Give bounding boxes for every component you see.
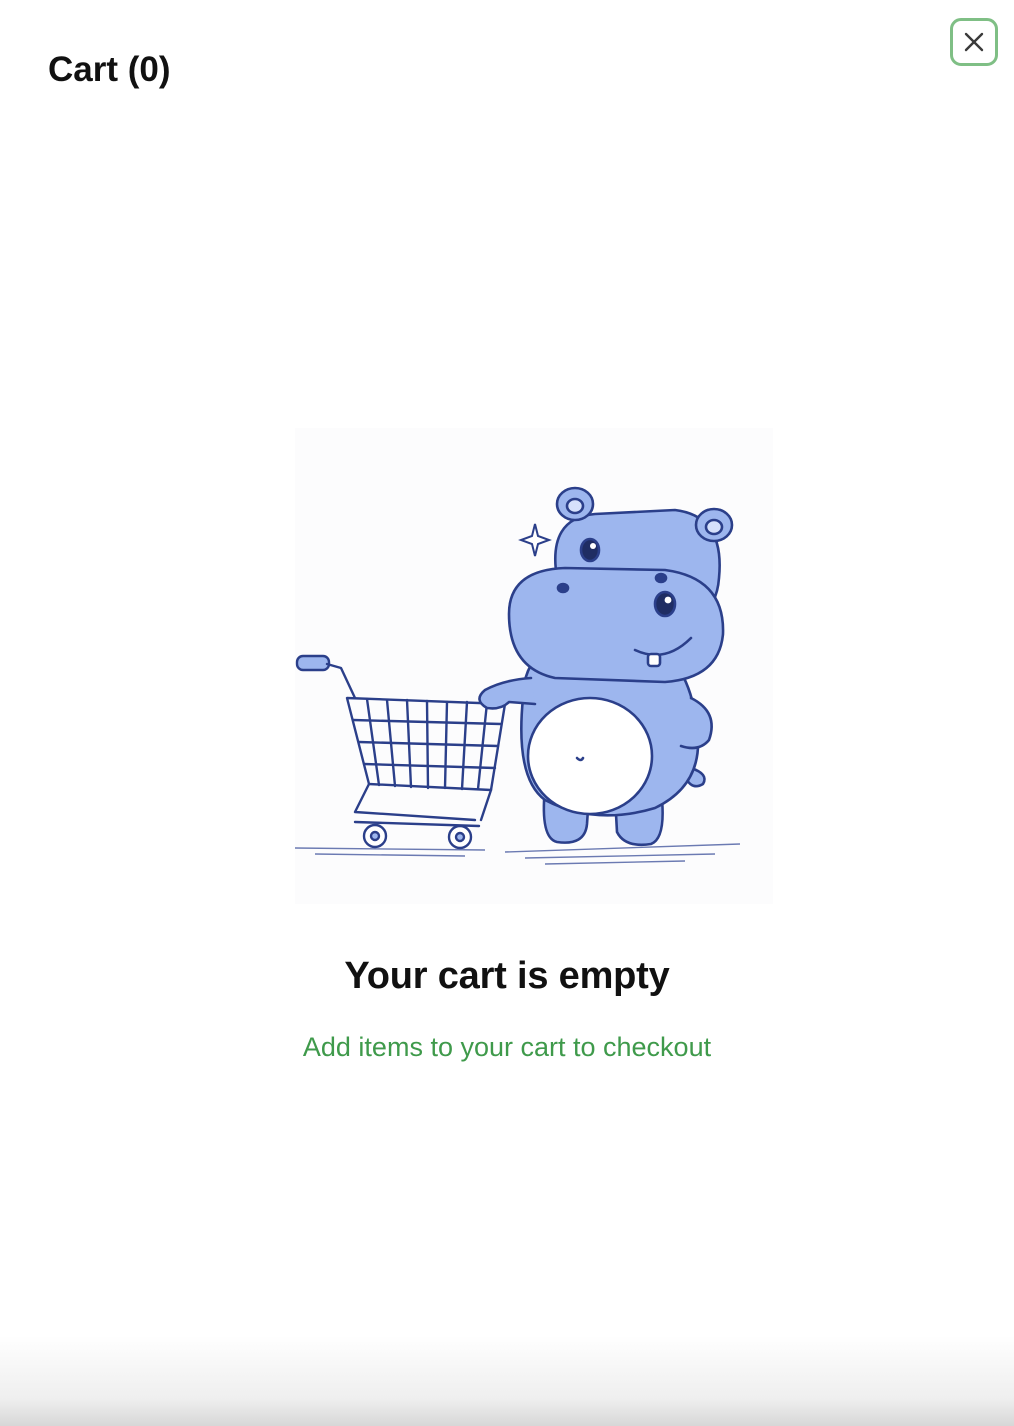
cart-panel: Cart (0) Your cart is empty Add items to…: [0, 0, 1014, 1426]
sparkle-icon: [518, 523, 552, 557]
cart-drawing: [295, 654, 507, 850]
close-button[interactable]: [950, 18, 998, 66]
close-icon: [963, 31, 985, 53]
bottom-shadow: [0, 1336, 1014, 1426]
empty-cart-subtext: Add items to your cart to checkout: [302, 1032, 712, 1062]
cart-title: Cart (0): [48, 50, 171, 89]
hippo-drawing: [478, 486, 734, 847]
ground-lines: [294, 843, 741, 865]
empty-cart-illustration: [294, 428, 773, 904]
empty-cart-heading: Your cart is empty: [344, 955, 670, 997]
